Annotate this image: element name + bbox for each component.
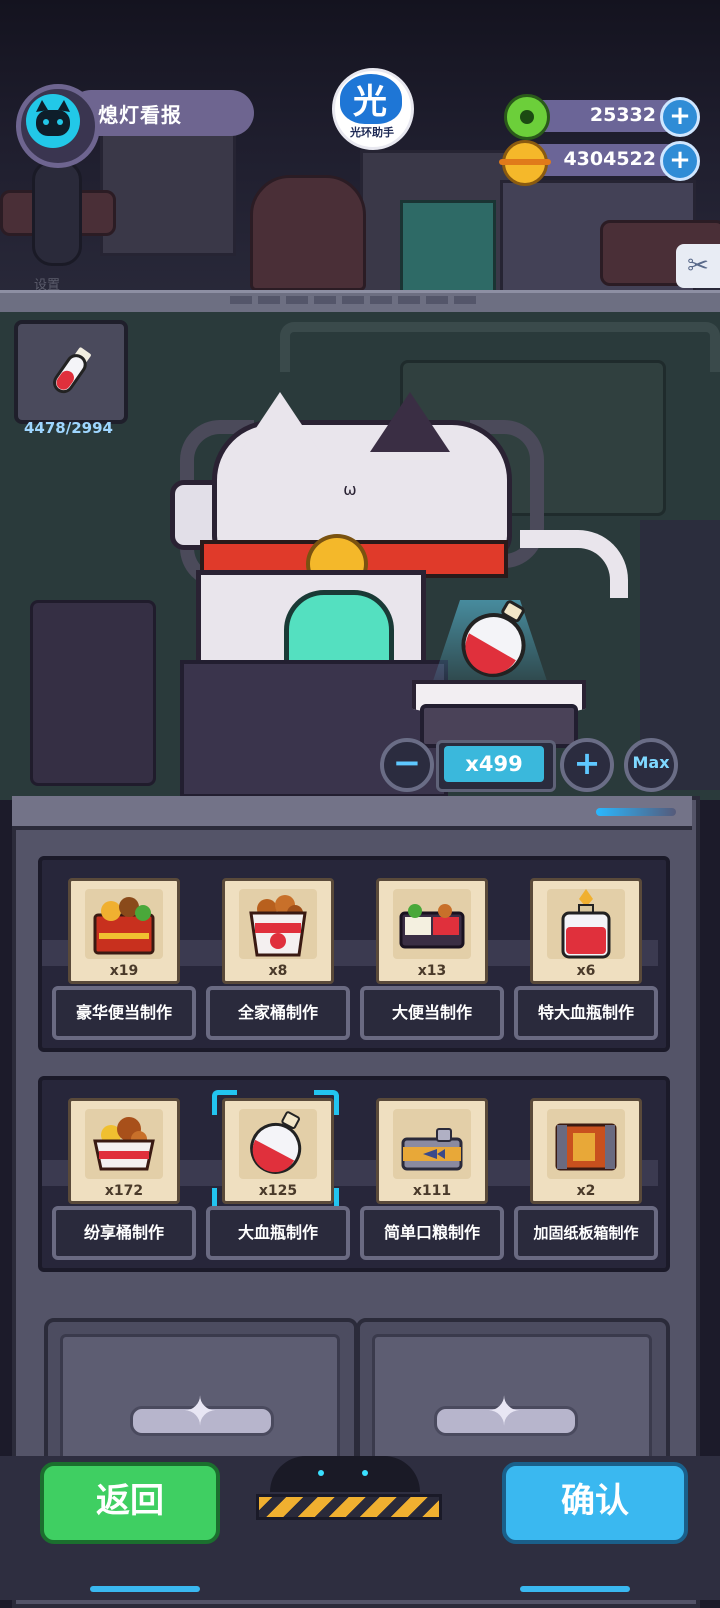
recipe-count: x2 [576, 1183, 596, 1199]
family-bucket-icon [249, 895, 307, 957]
sparkle-icon: ✦ [183, 1389, 217, 1435]
selection-corner [314, 1090, 339, 1115]
wall-pipe [280, 322, 720, 372]
scissors-icon[interactable]: ✂ [676, 244, 720, 288]
assistant-label: 光环助手 [350, 126, 394, 139]
recipe-craft-button[interactable]: 大便当制作 [360, 986, 504, 1040]
cat-mouth: ω [343, 480, 357, 499]
recipe-count: x111 [412, 1183, 452, 1199]
garage-door [400, 200, 496, 296]
recipe-card[interactable]: x13 [376, 878, 488, 984]
cat-face-icon [36, 100, 70, 136]
decrease-quantity-button[interactable]: − [380, 738, 434, 792]
assistant-glyph: 光 [353, 82, 387, 122]
big-bento-icon [399, 904, 465, 949]
recipe-craft-button[interactable]: 纷享桶制作 [52, 1206, 196, 1260]
recipe-count: x13 [417, 963, 447, 979]
back-button[interactable]: 返回 [40, 1462, 220, 1544]
output-potion-icon [461, 600, 526, 678]
traffic-light [32, 160, 82, 266]
red-potion-icon [53, 347, 91, 394]
donut-amount: 25332 [589, 104, 656, 126]
deluxe-bento-icon [93, 897, 155, 955]
recipe-count: x19 [109, 963, 139, 979]
simple-ration-icon [401, 1128, 463, 1171]
sparkle-icon: ✦ [487, 1389, 521, 1435]
big-blood-bottle-icon [250, 1111, 302, 1174]
background-tank [100, 120, 236, 256]
recipe-craft-button[interactable]: 简单口粮制作 [360, 1206, 504, 1260]
base-light [520, 1586, 630, 1592]
recipe-count: x8 [268, 963, 288, 979]
add-coin-button[interactable]: + [660, 141, 700, 181]
recipe-count: x6 [576, 963, 596, 979]
donut-icon [504, 94, 550, 140]
recipe-craft-button[interactable]: 豪华便当制作 [52, 986, 196, 1040]
reinforced-box-icon [555, 1123, 617, 1171]
recipe-craft-button[interactable]: 大血瓶制作 [206, 1206, 350, 1260]
add-donut-button[interactable]: + [660, 97, 700, 137]
coin-amount: 4304522 [563, 148, 656, 170]
recipe-count: x172 [104, 1183, 144, 1199]
recipe-craft-button[interactable]: 全家桶制作 [206, 986, 350, 1040]
cat-ear-left [240, 392, 320, 452]
base-light [90, 1586, 200, 1592]
player-name: 熄灯看报 [98, 103, 182, 127]
cat-ear-right [370, 392, 450, 452]
recipe-craft-button[interactable]: 加固纸板箱制作 [514, 1206, 658, 1260]
base-hatch [270, 1456, 420, 1492]
increase-quantity-button[interactable]: + [560, 738, 614, 792]
recipe-card[interactable]: x2 [530, 1098, 642, 1204]
confirm-button[interactable]: 确认 [502, 1462, 688, 1544]
potion-count: 4478/2994 [24, 419, 113, 437]
potion-inventory-slot[interactable] [14, 320, 128, 424]
avatar[interactable] [26, 94, 80, 148]
quantity-value[interactable]: x499 [444, 746, 544, 782]
scroll-indicator [596, 808, 676, 816]
recipe-card[interactable]: x111 [376, 1098, 488, 1204]
recipe-card[interactable]: x19 [68, 878, 180, 984]
recipe-card[interactable]: x172 [68, 1098, 180, 1204]
max-quantity-button[interactable]: Max [624, 738, 678, 792]
hazard-stripe [256, 1494, 442, 1520]
selection-corner [212, 1090, 237, 1115]
rail-stripes [230, 296, 480, 304]
background-machine [30, 600, 156, 786]
recipe-card[interactable]: x8 [222, 878, 334, 984]
share-bucket-icon [93, 1117, 155, 1171]
background-pipe [250, 175, 366, 291]
huge-blood-bottle-icon [561, 889, 611, 959]
cabinet-top [12, 796, 692, 830]
recipe-craft-button[interactable]: 特大血瓶制作 [514, 986, 658, 1040]
recipe-card[interactable]: x6 [530, 878, 642, 984]
